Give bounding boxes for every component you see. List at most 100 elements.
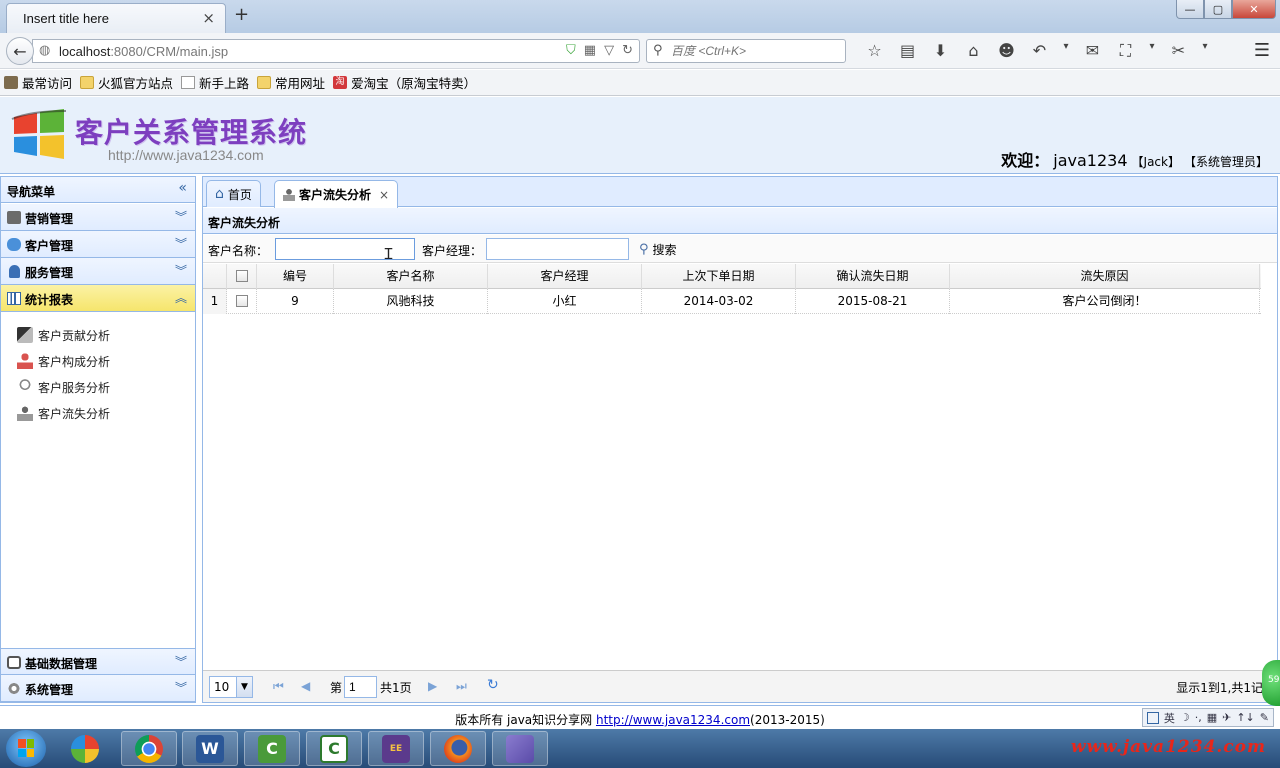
start-button[interactable] xyxy=(6,730,46,767)
nav-item-composition-analysis[interactable]: 客户构成分析 xyxy=(17,350,110,372)
select-all-checkbox[interactable] xyxy=(235,269,248,282)
bookmark-item[interactable]: 火狐官方站点 xyxy=(80,73,173,92)
nav-section-label: 服务管理 xyxy=(25,266,74,280)
maximize-button[interactable]: ▢ xyxy=(1204,0,1232,19)
taskbar-app-tool[interactable] xyxy=(492,731,548,766)
undo-icon[interactable]: ↶ xyxy=(1023,41,1056,61)
bookmark-item[interactable]: 最常访问 xyxy=(4,73,72,92)
refresh-icon[interactable]: ↻ xyxy=(487,677,499,693)
taskbar-app-word[interactable]: W xyxy=(182,731,238,766)
column-header[interactable]: 客户经理 xyxy=(488,264,642,289)
minimize-button[interactable]: — xyxy=(1176,0,1204,19)
globe-icon: ◍ xyxy=(39,43,51,58)
page-label: 第 xyxy=(330,681,343,695)
ime-language-toggle[interactable]: 英 xyxy=(1164,710,1175,726)
main-content-panel: ⌂ 首页 客户流失分析 × 客户流失分析 客户名称： 客户经理： ⚲ 搜索 编号… xyxy=(202,176,1278,703)
nav-section-basic-data[interactable]: 基础数据管理 ︾ xyxy=(1,648,195,675)
column-header[interactable]: 编号 xyxy=(257,264,334,289)
column-header[interactable]: 客户名称 xyxy=(334,264,488,289)
ime-logo-icon[interactable] xyxy=(1146,711,1159,724)
crop-icon[interactable]: ⛶ xyxy=(1109,41,1142,61)
bookmark-item[interactable]: 常用网址 xyxy=(257,73,325,92)
nav-item-label: 客户贡献分析 xyxy=(38,328,111,343)
chevron-down-icon[interactable]: ▾ xyxy=(1142,41,1162,61)
last-page-icon[interactable]: ⏭ xyxy=(456,679,467,694)
dropdown-arrow-icon[interactable]: ▽ xyxy=(604,43,614,58)
ime-moon-icon[interactable]: ☽ xyxy=(1180,711,1190,724)
taskbar-app-camtasia-recorder[interactable]: C xyxy=(306,731,362,766)
page-size-select[interactable]: 10 ▼ xyxy=(209,676,253,698)
tab-home[interactable]: ⌂ 首页 xyxy=(206,180,261,207)
ime-punctuation-icon[interactable]: ·, xyxy=(1195,711,1202,724)
nav-section-system[interactable]: 系统管理 ︾ xyxy=(1,675,195,702)
tab-close-icon[interactable]: × xyxy=(379,188,389,202)
reload-icon[interactable]: ↻ xyxy=(622,43,633,58)
nav-item-label: 客户服务分析 xyxy=(38,380,111,395)
taskbar-app-camtasia[interactable]: C xyxy=(244,731,300,766)
search-button[interactable]: ⚲ 搜索 xyxy=(639,239,677,259)
user-churn-icon xyxy=(17,405,33,421)
browser-tab[interactable]: Insert title here × xyxy=(6,3,226,33)
table-row[interactable]: 1 9 风驰科技 小红 2014-03-02 2015-08-21 客户公司倒闭… xyxy=(203,289,1261,314)
search-bar[interactable]: ⚲ xyxy=(646,39,846,63)
chevron-down-icon: ︾ xyxy=(174,655,187,669)
tab-churn-analysis[interactable]: 客户流失分析 × xyxy=(274,180,399,208)
floating-badge[interactable]: 59 xyxy=(1262,660,1280,706)
menu-icon[interactable]: ☰ xyxy=(1254,40,1270,61)
nav-section-reports[interactable]: 统计报表 ︽ xyxy=(1,285,195,312)
chevron-down-icon[interactable]: ▾ xyxy=(1056,41,1076,61)
chat-icon[interactable]: ☻ xyxy=(990,41,1023,61)
bookmark-star-icon[interactable]: ☆ xyxy=(858,41,891,61)
shield-icon[interactable]: ⛉ xyxy=(566,43,576,58)
manager-input[interactable] xyxy=(486,238,629,260)
user-role: 【系统管理员】 xyxy=(1183,155,1268,169)
chevron-down-icon: ︾ xyxy=(174,210,187,224)
column-header[interactable]: 上次下单日期 xyxy=(642,264,796,289)
app-tool-icon xyxy=(506,734,534,763)
browser-search-input[interactable] xyxy=(671,42,841,60)
taskbar-app-eclipse[interactable]: EE xyxy=(368,731,424,766)
taskbar-app-picasa[interactable] xyxy=(57,731,113,766)
new-tab-icon[interactable]: + xyxy=(234,4,249,25)
taskbar-app-firefox[interactable] xyxy=(430,731,486,766)
column-header[interactable]: 流失原因 xyxy=(950,264,1260,289)
prev-page-icon[interactable]: ◀ xyxy=(301,679,310,693)
close-window-button[interactable]: ✕ xyxy=(1232,0,1276,19)
ime-tools-icon[interactable]: ✎ xyxy=(1260,711,1269,724)
ime-keyboard-icon[interactable]: ▦ xyxy=(1207,711,1217,724)
windows-flag-icon xyxy=(18,739,34,757)
tab-close-icon[interactable]: × xyxy=(202,9,215,27)
bookmark-label: 爱淘宝（原淘宝特卖） xyxy=(351,76,477,91)
tools-icon[interactable]: ✂ xyxy=(1162,41,1195,61)
back-button[interactable]: ← xyxy=(6,37,34,65)
qr-code-icon[interactable]: ▦ xyxy=(584,43,596,58)
bookmark-label: 新手上路 xyxy=(199,76,250,91)
search-toolbar: 客户名称： 客户经理： ⚲ 搜索 xyxy=(203,235,1277,263)
chevron-down-icon[interactable]: ▾ xyxy=(1195,41,1215,61)
page-number-input[interactable] xyxy=(344,676,377,698)
column-header[interactable]: 确认流失日期 xyxy=(796,264,950,289)
url-host: localhost xyxy=(59,44,111,59)
collapse-panel-icon[interactable]: « xyxy=(178,180,187,196)
nav-section-marketing[interactable]: 营销管理 ︾ xyxy=(1,204,195,231)
nav-section-service[interactable]: 服务管理 ︾ xyxy=(1,258,195,285)
nav-section-customers[interactable]: 客户管理 ︾ xyxy=(1,231,195,258)
download-icon[interactable]: ⬇ xyxy=(924,41,957,61)
bookmark-item[interactable]: 淘爱淘宝（原淘宝特卖） xyxy=(333,73,476,92)
taskbar-app-chrome[interactable] xyxy=(121,731,177,766)
nav-item-service-analysis[interactable]: 客户服务分析 xyxy=(17,376,110,398)
home-icon[interactable]: ⌂ xyxy=(957,41,990,61)
comment-icon[interactable]: ✉ xyxy=(1076,41,1109,61)
next-page-icon[interactable]: ▶ xyxy=(428,679,437,693)
row-checkbox[interactable] xyxy=(235,294,248,307)
url-bar[interactable]: ◍ localhost:8080/CRM/main.jsp ⛉ ▦ ▽ ↻ xyxy=(32,39,640,63)
select-all-cell xyxy=(227,264,257,289)
ime-arrows-icon[interactable]: ↑↓ xyxy=(1236,711,1254,724)
nav-item-churn-analysis[interactable]: 客户流失分析 xyxy=(17,402,110,424)
bookmark-item[interactable]: 新手上路 xyxy=(181,73,249,92)
ime-skin-icon[interactable]: ✈ xyxy=(1222,711,1231,724)
footer-link[interactable]: http://www.java1234.com xyxy=(596,713,750,727)
first-page-icon[interactable]: ⏮ xyxy=(273,679,284,694)
nav-item-contribution-analysis[interactable]: 客户贡献分析 xyxy=(17,324,110,346)
reading-list-icon[interactable]: ▤ xyxy=(891,41,924,61)
